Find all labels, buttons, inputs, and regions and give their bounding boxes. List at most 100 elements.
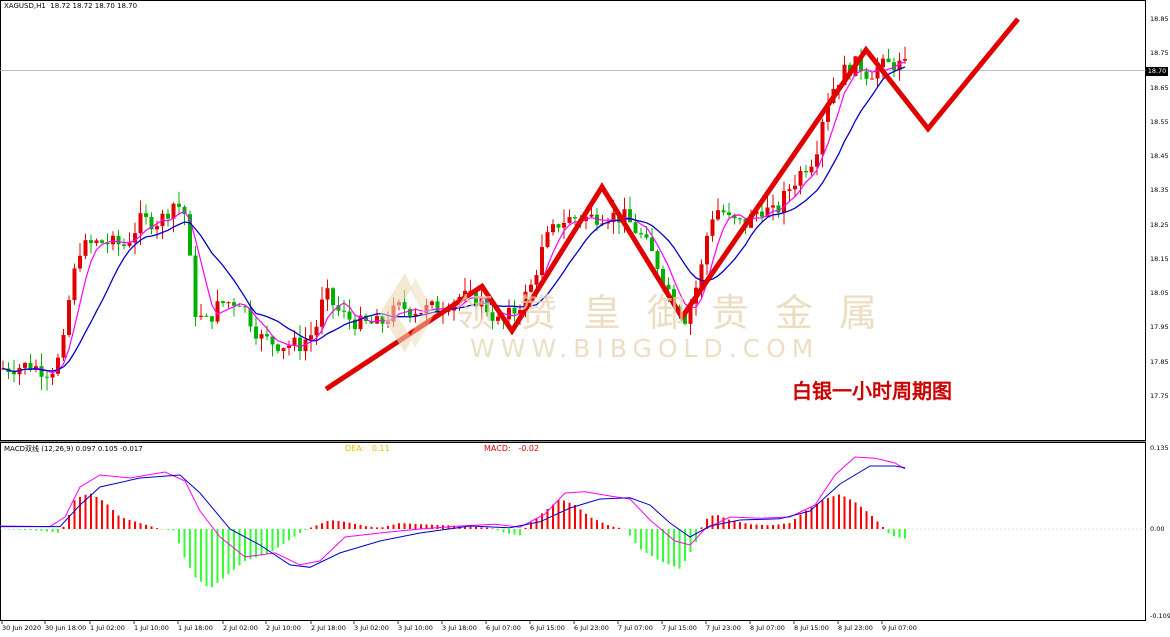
candle-body	[710, 219, 715, 236]
watermark-url: WWW.BIBGOLD.COM	[470, 334, 820, 363]
candle-body	[254, 326, 258, 339]
candle-body	[259, 334, 264, 339]
candle-body	[221, 301, 225, 304]
candle-body	[886, 58, 891, 63]
time-tick-label: 3 Jul 02:00	[354, 624, 389, 632]
time-tick-label: 6 Jul 23:00	[574, 624, 609, 632]
candle-body	[903, 58, 907, 61]
candle-body	[276, 344, 280, 352]
candle-body	[809, 166, 814, 173]
chart-header: XAGUSD,H1 18.72 18.72 18.70 18.70	[4, 2, 137, 10]
candle-body	[820, 121, 825, 155]
candle-body	[287, 345, 291, 348]
candle-body	[628, 209, 632, 223]
macd-dif-line	[0, 456, 906, 566]
candle-body	[639, 233, 643, 235]
price-tick-label: 18.25	[1150, 220, 1169, 229]
candle-body	[138, 213, 143, 234]
candle-body	[292, 337, 297, 346]
candle-body	[61, 334, 66, 358]
candle-body	[573, 217, 577, 219]
dea-value: 0.11	[371, 444, 390, 453]
candle-body	[232, 302, 236, 306]
candle-body	[281, 347, 286, 352]
time-tick-label: 8 Jul 15:00	[794, 624, 829, 632]
candle-body	[804, 170, 808, 173]
candle-body	[760, 211, 764, 217]
candle-body	[787, 189, 792, 191]
price-tick-label: 18.65	[1150, 83, 1169, 92]
candle-body	[265, 334, 269, 337]
ohlc-label: 18.72 18.72 18.70 18.70	[50, 2, 138, 10]
candle-body	[644, 234, 649, 238]
candle-body	[155, 226, 159, 230]
time-tick-label: 3 Jul 10:00	[398, 624, 433, 632]
candle-body	[100, 240, 104, 243]
candle-body	[309, 335, 313, 340]
candle-body	[116, 235, 121, 245]
candle-body	[556, 224, 561, 228]
macd-value: -0.02	[518, 444, 540, 453]
dea-label: DEA:	[345, 444, 365, 453]
candle-body	[45, 376, 49, 378]
candle-body	[650, 237, 654, 251]
candle-body	[67, 300, 71, 335]
time-tick-label: 9 Jul 07:00	[882, 624, 917, 632]
macd-header: MACD双线 (12,26,9) 0.097 0.105 -0.017	[4, 445, 143, 453]
candle-body	[545, 232, 550, 248]
candle-body	[226, 302, 231, 304]
candle-body	[199, 315, 203, 317]
price-tick-label: 18.15	[1150, 254, 1169, 263]
candle-body	[83, 240, 88, 256]
chart-annotation: 白银一小时周期图	[792, 379, 952, 403]
candle-body	[39, 366, 44, 377]
main-frame	[0, 0, 1146, 441]
candle-body	[655, 250, 660, 269]
candle-body	[320, 299, 324, 327]
candle-body	[193, 255, 198, 317]
macd-tick-label: 0.00	[1150, 525, 1165, 533]
macd-dea-line	[0, 465, 906, 568]
candle-body	[798, 170, 803, 186]
candle-body	[738, 218, 742, 220]
candle-body	[144, 213, 148, 217]
macd-label: MACD:	[484, 444, 511, 453]
candle-body	[589, 214, 594, 217]
candle-body	[122, 244, 126, 246]
time-tick-label: 3 Jul 18:00	[442, 624, 477, 632]
dea-readout: DEA: 0.11	[345, 444, 390, 453]
watermark-logo	[380, 273, 435, 353]
candle-body	[177, 203, 181, 207]
macd-readout: MACD: -0.02	[484, 444, 539, 453]
candle-body	[342, 310, 346, 312]
candle-body	[633, 222, 638, 234]
time-tick-label: 1 Jul 10:00	[134, 624, 169, 632]
candle-body	[567, 217, 572, 223]
time-tick-label: 1 Jul 18:00	[178, 624, 213, 632]
time-tick-label: 30 Jun 18:00	[45, 624, 87, 632]
candle-body	[204, 315, 209, 317]
candle-body	[72, 268, 77, 301]
time-tick-label: 2 Jul 18:00	[311, 624, 346, 632]
candle-body	[78, 255, 82, 269]
candle-body	[166, 213, 170, 219]
time-tick-label: 6 Jul 15:00	[530, 624, 565, 632]
candle-body	[705, 235, 709, 265]
time-tick-label: 2 Jul 10:00	[266, 624, 301, 632]
macd-panel	[0, 456, 1146, 588]
time-tick-label: 2 Jul 02:00	[223, 624, 258, 632]
time-tick-label: 6 Jul 07:00	[486, 624, 521, 632]
candle-body	[347, 311, 352, 320]
candle-body	[551, 224, 555, 233]
price-tick-label: 18.05	[1150, 289, 1169, 298]
candle-body	[815, 154, 819, 167]
candle-body	[331, 288, 335, 306]
candle-body	[782, 190, 786, 213]
candle-body	[12, 371, 16, 375]
time-tick-label: 7 Jul 15:00	[662, 624, 697, 632]
candle-body	[716, 210, 720, 220]
time-tick-label: 30 Jun 2020	[2, 624, 42, 632]
candle-body	[721, 210, 726, 213]
candle-body	[864, 71, 869, 79]
time-tick-label: 7 Jul 07:00	[618, 624, 653, 632]
